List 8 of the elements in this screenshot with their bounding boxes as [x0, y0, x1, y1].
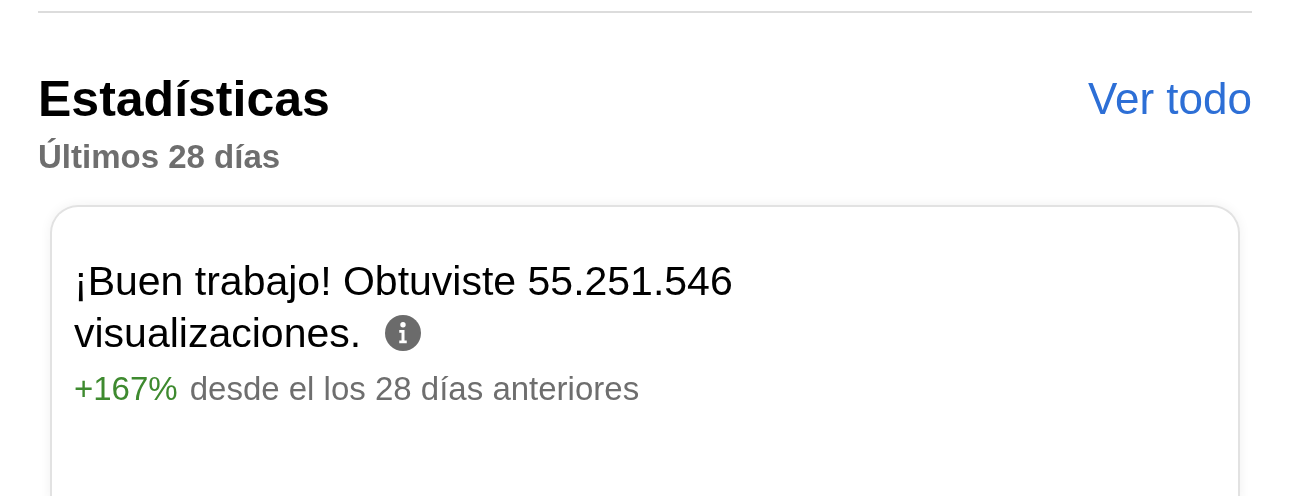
see-all-link[interactable]: Ver todo: [1088, 69, 1252, 129]
info-icon[interactable]: [385, 315, 422, 351]
section-subtitle: Últimos 28 días: [37, 137, 282, 177]
change-caption: desde el los 28 días anteriores: [189, 369, 640, 409]
section-title: Estadísticas: [38, 70, 330, 129]
headline-line: ¡Buen trabajo! Obtuviste 55.251.546: [74, 257, 733, 306]
headline-line: visualizaciones.: [74, 309, 362, 358]
change-percent: +167%: [74, 369, 178, 409]
